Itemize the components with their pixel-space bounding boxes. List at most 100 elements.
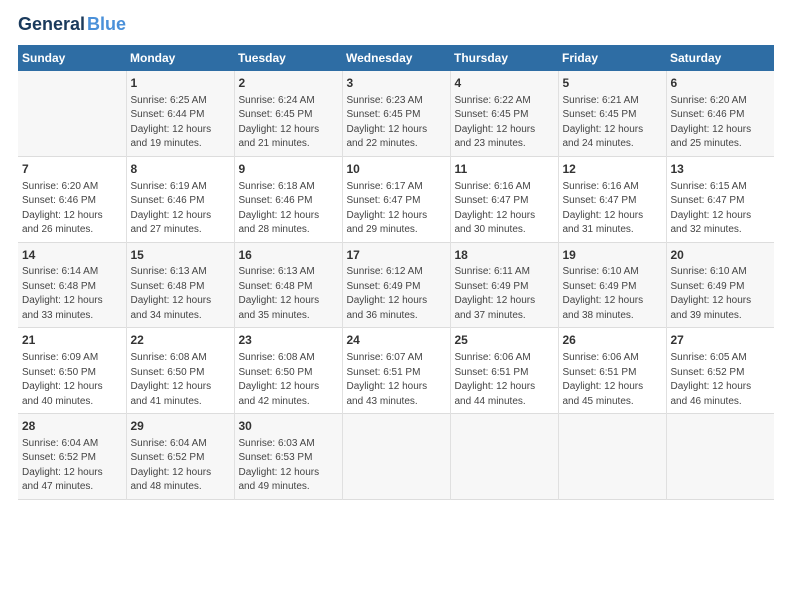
day-number: 10	[347, 161, 446, 178]
calendar-cell: 16Sunrise: 6:13 AM Sunset: 6:48 PM Dayli…	[234, 242, 342, 328]
day-info: Sunrise: 6:22 AM Sunset: 6:45 PM Dayligh…	[455, 94, 554, 152]
col-header-wednesday: Wednesday	[342, 45, 450, 71]
week-row-4: 21 Sunrise: 6:09 AM Sunset: 6:50 PM Dayli…	[18, 328, 774, 414]
calendar-table: SundayMondayTuesdayWednesdayThursdayFrid…	[18, 45, 774, 500]
day-number: 23	[239, 332, 338, 349]
col-header-monday: Monday	[126, 45, 234, 71]
calendar-cell	[666, 414, 774, 500]
calendar-cell: 12 Sunrise: 6:16 AM Sunset: 6:47 PM Dayli…	[558, 156, 666, 242]
day-number: 19	[563, 247, 662, 264]
day-number: 22	[131, 332, 230, 349]
day-info: Sunrise: 6:13 AM Sunset: 6:48 PM Dayligh…	[239, 265, 338, 323]
calendar-cell	[342, 414, 450, 500]
week-row-2: 7Sunrise: 6:20 AM Sunset: 6:46 PM Daylig…	[18, 156, 774, 242]
col-header-saturday: Saturday	[666, 45, 774, 71]
day-info: Sunrise: 6:20 AM Sunset: 6:46 PM Dayligh…	[22, 180, 122, 238]
calendar-cell: 5 Sunrise: 6:21 AM Sunset: 6:45 PM Daylig…	[558, 71, 666, 156]
col-header-sunday: Sunday	[18, 45, 126, 71]
day-info: Sunrise: 6:03 AM Sunset: 6:53 PM Dayligh…	[239, 437, 338, 495]
day-info: Sunrise: 6:16 AM Sunset: 6:47 PM Dayligh…	[563, 180, 662, 238]
day-info: Sunrise: 6:11 AM Sunset: 6:49 PM Dayligh…	[455, 265, 554, 323]
calendar-cell: 4 Sunrise: 6:22 AM Sunset: 6:45 PM Daylig…	[450, 71, 558, 156]
calendar-cell: 8 Sunrise: 6:19 AM Sunset: 6:46 PM Daylig…	[126, 156, 234, 242]
calendar-cell: 26 Sunrise: 6:06 AM Sunset: 6:51 PM Dayli…	[558, 328, 666, 414]
day-info: Sunrise: 6:10 AM Sunset: 6:49 PM Dayligh…	[671, 265, 771, 323]
day-info: Sunrise: 6:25 AM Sunset: 6:44 PM Dayligh…	[131, 94, 230, 152]
day-number: 20	[671, 247, 771, 264]
day-number: 15	[131, 247, 230, 264]
calendar-cell: 28Sunrise: 6:04 AM Sunset: 6:52 PM Dayli…	[18, 414, 126, 500]
day-info: Sunrise: 6:19 AM Sunset: 6:46 PM Dayligh…	[131, 180, 230, 238]
day-number: 16	[239, 247, 338, 264]
day-info: Sunrise: 6:18 AM Sunset: 6:46 PM Dayligh…	[239, 180, 338, 238]
calendar-cell: 27Sunrise: 6:05 AM Sunset: 6:52 PM Dayli…	[666, 328, 774, 414]
header-row: SundayMondayTuesdayWednesdayThursdayFrid…	[18, 45, 774, 71]
col-header-thursday: Thursday	[450, 45, 558, 71]
calendar-cell: 24 Sunrise: 6:07 AM Sunset: 6:51 PM Dayli…	[342, 328, 450, 414]
header: General General Blue	[18, 18, 774, 35]
day-info: Sunrise: 6:24 AM Sunset: 6:45 PM Dayligh…	[239, 94, 338, 152]
day-info: Sunrise: 6:04 AM Sunset: 6:52 PM Dayligh…	[22, 437, 122, 495]
day-info: Sunrise: 6:14 AM Sunset: 6:48 PM Dayligh…	[22, 265, 122, 323]
day-number: 8	[131, 161, 230, 178]
day-number: 25	[455, 332, 554, 349]
day-info: Sunrise: 6:09 AM Sunset: 6:50 PM Dayligh…	[22, 351, 122, 409]
calendar-cell: 23 Sunrise: 6:08 AM Sunset: 6:50 PM Dayli…	[234, 328, 342, 414]
day-info: Sunrise: 6:13 AM Sunset: 6:48 PM Dayligh…	[131, 265, 230, 323]
calendar-cell: 17Sunrise: 6:12 AM Sunset: 6:49 PM Dayli…	[342, 242, 450, 328]
calendar-cell: 30 Sunrise: 6:03 AM Sunset: 6:53 PM Dayli…	[234, 414, 342, 500]
day-number: 4	[455, 75, 554, 92]
day-number: 13	[671, 161, 771, 178]
day-info: Sunrise: 6:07 AM Sunset: 6:51 PM Dayligh…	[347, 351, 446, 409]
calendar-cell: 21 Sunrise: 6:09 AM Sunset: 6:50 PM Dayli…	[18, 328, 126, 414]
calendar-cell: 11Sunrise: 6:16 AM Sunset: 6:47 PM Dayli…	[450, 156, 558, 242]
col-header-friday: Friday	[558, 45, 666, 71]
day-number: 21	[22, 332, 122, 349]
calendar-cell: 29Sunrise: 6:04 AM Sunset: 6:52 PM Dayli…	[126, 414, 234, 500]
calendar-cell: 15Sunrise: 6:13 AM Sunset: 6:48 PM Dayli…	[126, 242, 234, 328]
day-number: 11	[455, 161, 554, 178]
day-number: 3	[347, 75, 446, 92]
week-row-5: 28Sunrise: 6:04 AM Sunset: 6:52 PM Dayli…	[18, 414, 774, 500]
calendar-cell: 2 Sunrise: 6:24 AM Sunset: 6:45 PM Daylig…	[234, 71, 342, 156]
calendar-cell: 25 Sunrise: 6:06 AM Sunset: 6:51 PM Dayli…	[450, 328, 558, 414]
col-header-tuesday: Tuesday	[234, 45, 342, 71]
calendar-cell: 9 Sunrise: 6:18 AM Sunset: 6:46 PM Daylig…	[234, 156, 342, 242]
calendar-cell: 10 Sunrise: 6:17 AM Sunset: 6:47 PM Dayli…	[342, 156, 450, 242]
calendar-cell: 20Sunrise: 6:10 AM Sunset: 6:49 PM Dayli…	[666, 242, 774, 328]
calendar-cell: 7Sunrise: 6:20 AM Sunset: 6:46 PM Daylig…	[18, 156, 126, 242]
calendar-cell	[18, 71, 126, 156]
day-number: 2	[239, 75, 338, 92]
week-row-1: 1Sunrise: 6:25 AM Sunset: 6:44 PM Daylig…	[18, 71, 774, 156]
calendar-cell: 14Sunrise: 6:14 AM Sunset: 6:48 PM Dayli…	[18, 242, 126, 328]
day-info: Sunrise: 6:21 AM Sunset: 6:45 PM Dayligh…	[563, 94, 662, 152]
day-number: 27	[671, 332, 771, 349]
day-info: Sunrise: 6:15 AM Sunset: 6:47 PM Dayligh…	[671, 180, 771, 238]
day-number: 17	[347, 247, 446, 264]
day-number: 29	[131, 418, 230, 435]
calendar-cell: 13 Sunrise: 6:15 AM Sunset: 6:47 PM Dayli…	[666, 156, 774, 242]
calendar-cell: 6Sunrise: 6:20 AM Sunset: 6:46 PM Daylig…	[666, 71, 774, 156]
day-info: Sunrise: 6:23 AM Sunset: 6:45 PM Dayligh…	[347, 94, 446, 152]
day-number: 5	[563, 75, 662, 92]
day-number: 12	[563, 161, 662, 178]
day-info: Sunrise: 6:08 AM Sunset: 6:50 PM Dayligh…	[239, 351, 338, 409]
day-number: 30	[239, 418, 338, 435]
day-number: 26	[563, 332, 662, 349]
day-info: Sunrise: 6:06 AM Sunset: 6:51 PM Dayligh…	[563, 351, 662, 409]
day-number: 24	[347, 332, 446, 349]
day-info: Sunrise: 6:12 AM Sunset: 6:49 PM Dayligh…	[347, 265, 446, 323]
day-info: Sunrise: 6:08 AM Sunset: 6:50 PM Dayligh…	[131, 351, 230, 409]
day-info: Sunrise: 6:17 AM Sunset: 6:47 PM Dayligh…	[347, 180, 446, 238]
day-info: Sunrise: 6:06 AM Sunset: 6:51 PM Dayligh…	[455, 351, 554, 409]
day-info: Sunrise: 6:20 AM Sunset: 6:46 PM Dayligh…	[671, 94, 771, 152]
calendar-cell: 3 Sunrise: 6:23 AM Sunset: 6:45 PM Daylig…	[342, 71, 450, 156]
logo-blue-label: Blue	[87, 14, 126, 35]
day-number: 14	[22, 247, 122, 264]
calendar-cell: 22 Sunrise: 6:08 AM Sunset: 6:50 PM Dayli…	[126, 328, 234, 414]
day-number: 18	[455, 247, 554, 264]
page: General General Blue SundayMondayTuesday…	[0, 0, 792, 612]
day-info: Sunrise: 6:10 AM Sunset: 6:49 PM Dayligh…	[563, 265, 662, 323]
day-number: 9	[239, 161, 338, 178]
calendar-cell: 18Sunrise: 6:11 AM Sunset: 6:49 PM Dayli…	[450, 242, 558, 328]
